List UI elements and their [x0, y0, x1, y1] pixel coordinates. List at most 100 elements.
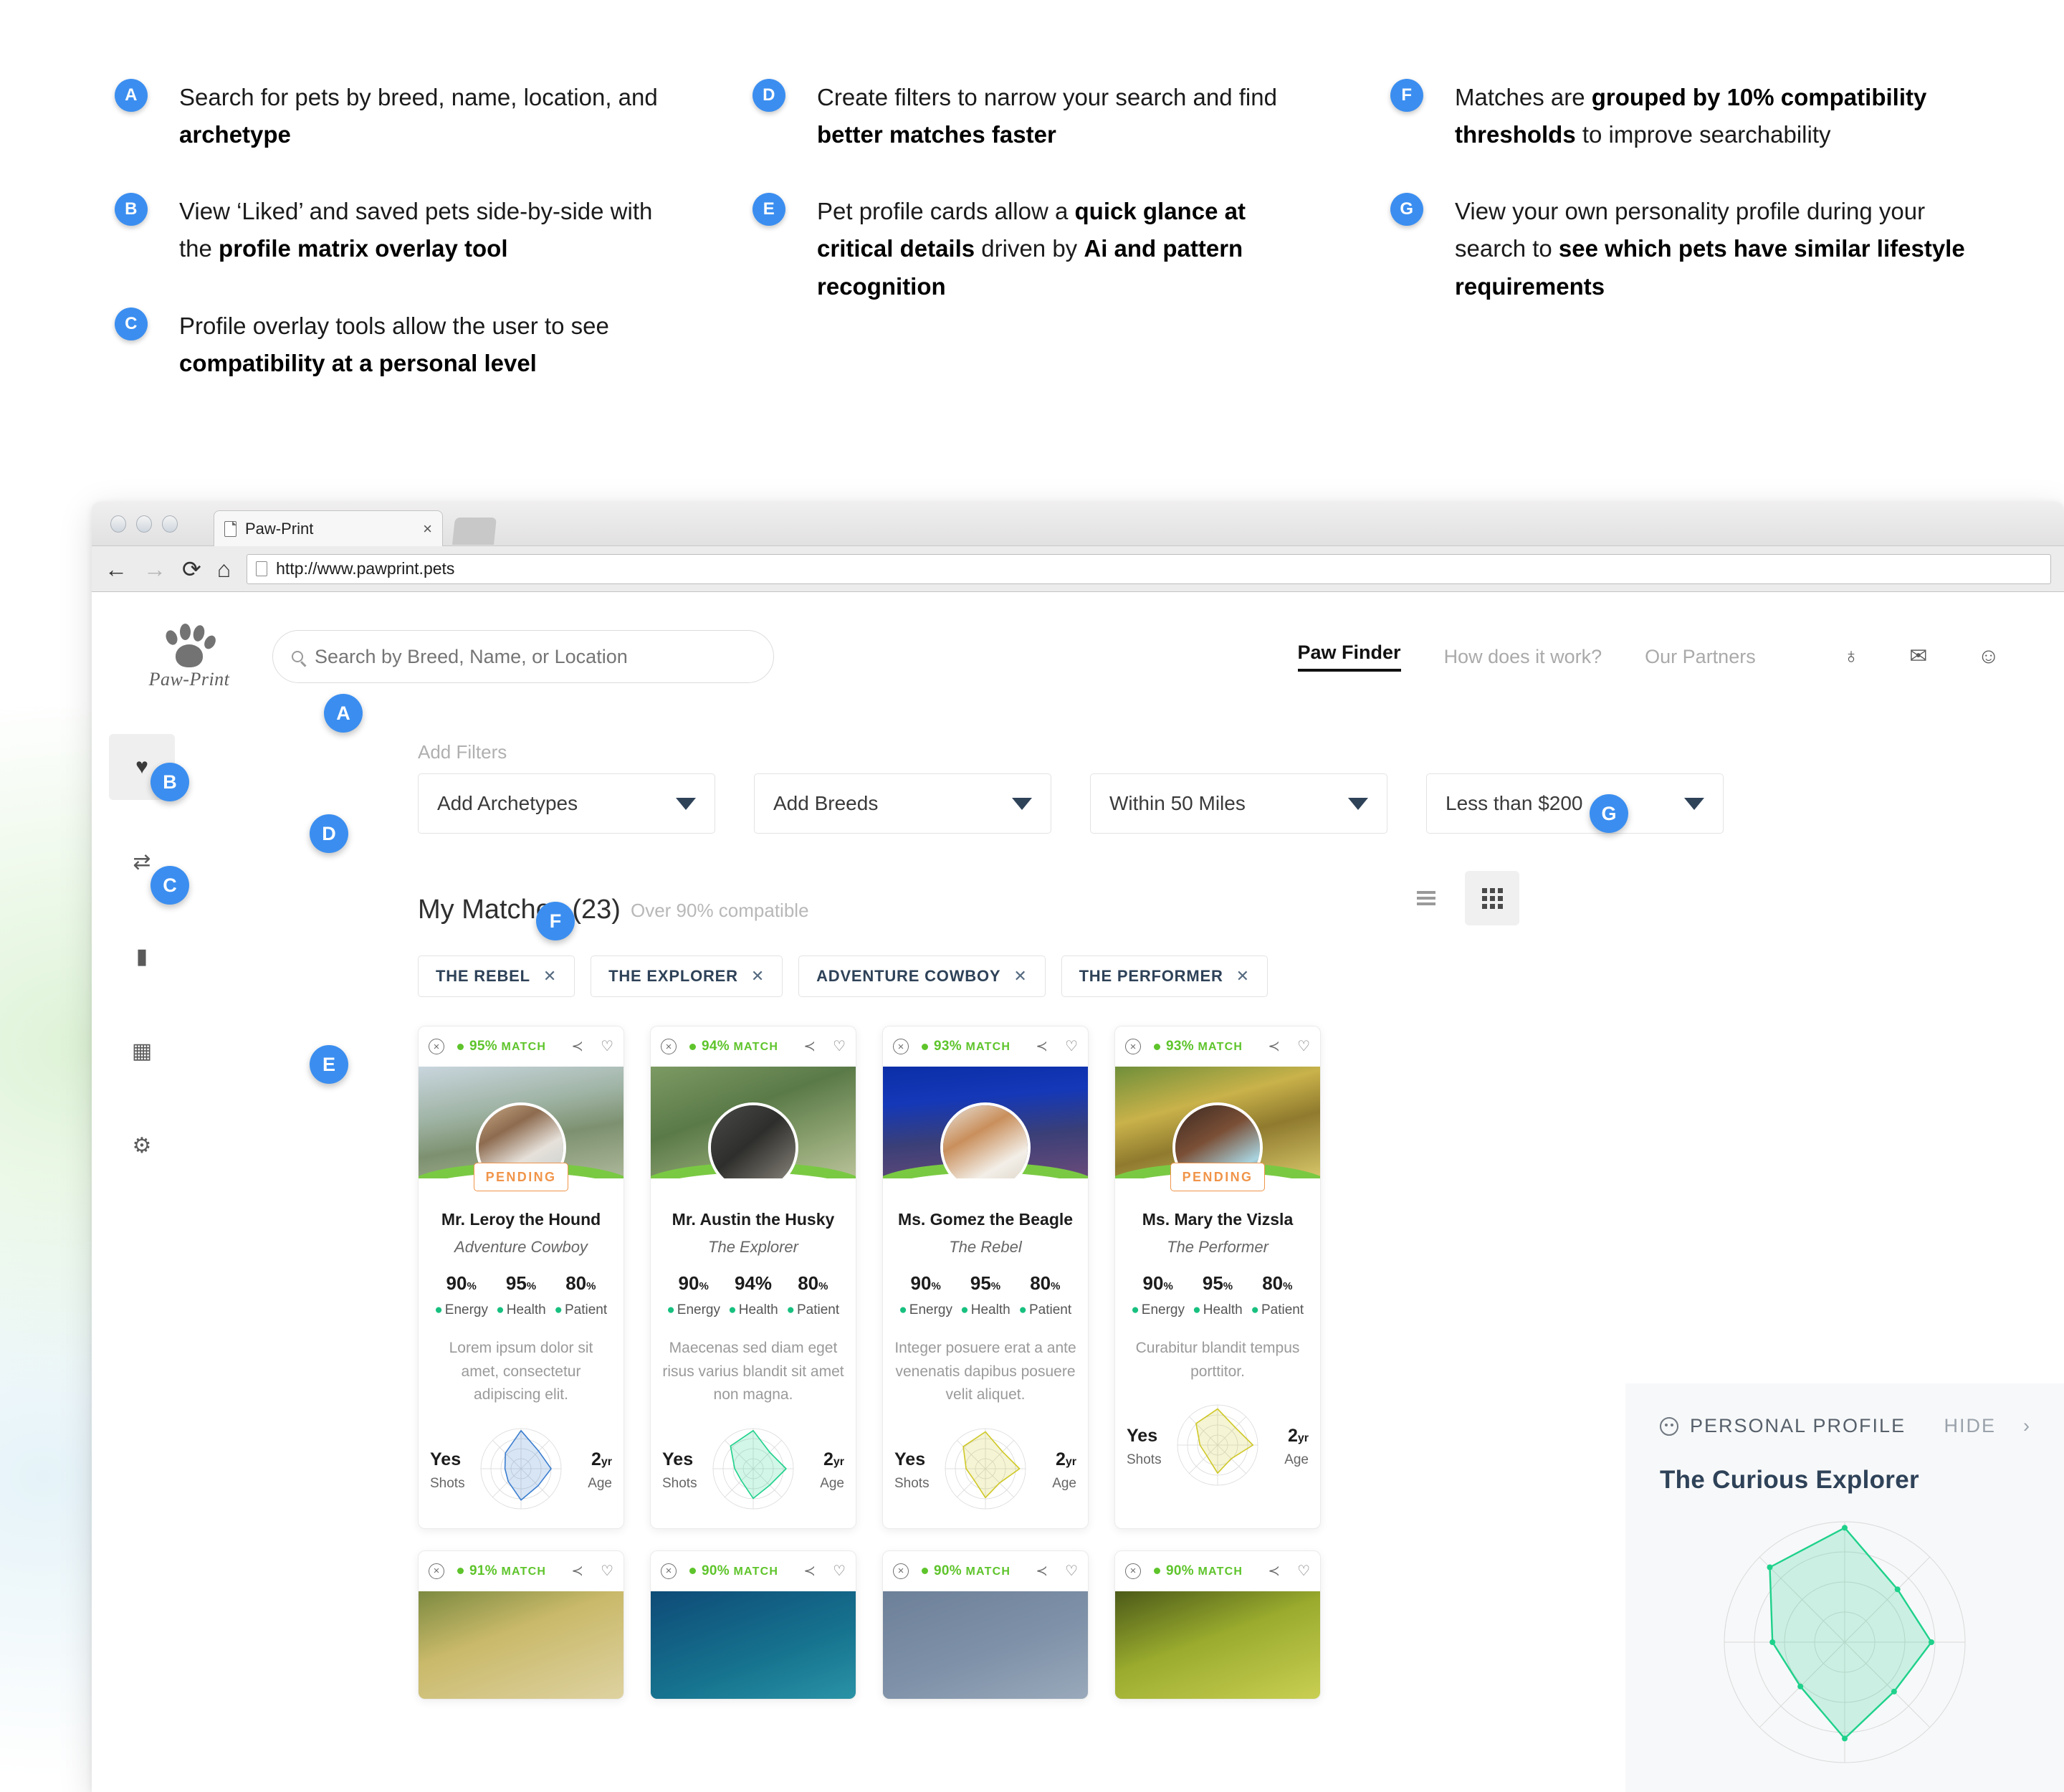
stat-patient: 80% ● Patient: [1016, 1272, 1075, 1318]
pet-card-header: × 93% MATCH ≺ ♡: [1115, 1026, 1320, 1067]
pet-card-header: × 93% MATCH ≺ ♡: [883, 1026, 1088, 1067]
sidebar-item-calendar[interactable]: ▦: [109, 1018, 175, 1084]
share-icon[interactable]: ≺: [571, 1564, 583, 1578]
forward-icon[interactable]: →: [143, 558, 166, 581]
close-window-button[interactable]: [110, 515, 126, 533]
favorite-heart-icon[interactable]: ♡: [1065, 1039, 1078, 1054]
share-icon[interactable]: ≺: [803, 1039, 816, 1054]
window-controls[interactable]: [110, 515, 178, 533]
share-icon[interactable]: ≺: [1268, 1564, 1280, 1578]
match-label: MATCH: [965, 1565, 1011, 1578]
dismiss-card-icon[interactable]: ×: [1125, 1563, 1141, 1579]
favorite-heart-icon[interactable]: ♡: [833, 1564, 846, 1578]
pet-card[interactable]: × 90% MATCH ≺ ♡: [650, 1550, 856, 1700]
share-icon[interactable]: ≺: [1036, 1564, 1048, 1578]
stat-energy-label: ● Energy: [1131, 1302, 1185, 1317]
filter-price[interactable]: Less than $200: [1426, 773, 1724, 834]
dismiss-card-icon[interactable]: ×: [1125, 1039, 1141, 1054]
favorite-heart-icon[interactable]: ♡: [601, 1564, 613, 1578]
legend-badge-c: C: [115, 307, 148, 340]
filter-archetypes[interactable]: Add Archetypes: [418, 773, 715, 834]
filters-label: Add Filters: [418, 741, 507, 763]
close-icon[interactable]: ✕: [751, 967, 765, 986]
search-box[interactable]: [272, 630, 774, 683]
sidebar-item-saved[interactable]: ▮: [109, 923, 175, 989]
close-icon[interactable]: ×: [423, 520, 432, 538]
nav-paw-finder[interactable]: Paw Finder: [1297, 642, 1401, 672]
dismiss-card-icon[interactable]: ×: [661, 1039, 677, 1054]
share-icon[interactable]: ≺: [571, 1039, 583, 1054]
share-icon[interactable]: ≺: [1268, 1039, 1280, 1054]
browser-tabbar: Paw-Print ×: [92, 502, 2064, 546]
share-icon[interactable]: ≺: [1036, 1039, 1048, 1054]
pet-archetype: The Performer: [1167, 1238, 1268, 1256]
stat-energy-value: 90%: [678, 1272, 709, 1294]
home-icon[interactable]: ⌂: [217, 558, 231, 581]
nav-our-partners[interactable]: Our Partners: [1645, 646, 1756, 668]
filter-chip[interactable]: THE EXPLORER ✕: [591, 955, 783, 997]
close-icon[interactable]: ✕: [543, 967, 557, 986]
sidebar-item-settings[interactable]: ⚙: [109, 1112, 175, 1178]
account-icon[interactable]: ☺: [1977, 646, 2000, 667]
stat-health-label: ● Health: [1193, 1302, 1243, 1317]
list-view-button[interactable]: [1399, 871, 1453, 925]
shots-value: Yes: [662, 1449, 694, 1469]
mail-icon[interactable]: ✉: [1909, 646, 1927, 667]
pet-card[interactable]: × 93% MATCH ≺ ♡ PENDING Ms. Mary the Viz…: [1114, 1026, 1321, 1529]
pet-card[interactable]: × 95% MATCH ≺ ♡ PENDING Mr. Leroy the Ho…: [418, 1026, 624, 1529]
dismiss-card-icon[interactable]: ×: [429, 1039, 444, 1054]
chevron-right-icon[interactable]: ›: [2023, 1415, 2030, 1437]
minimize-window-button[interactable]: [136, 515, 152, 533]
close-icon[interactable]: ✕: [1236, 967, 1250, 986]
bell-icon[interactable]: ♁: [1843, 646, 1860, 667]
favorite-heart-icon[interactable]: ♡: [1297, 1039, 1310, 1054]
match-percent: 90% MATCH: [1166, 1563, 1243, 1578]
favorite-heart-icon[interactable]: ♡: [1297, 1564, 1310, 1578]
pet-card[interactable]: × 91% MATCH ≺ ♡: [418, 1550, 624, 1700]
brand-logo[interactable]: Paw-Print: [132, 623, 247, 690]
match-percent: 95% MATCH: [469, 1039, 547, 1054]
favorite-heart-icon[interactable]: ♡: [833, 1039, 846, 1054]
pet-card[interactable]: × 93% MATCH ≺ ♡ Ms. Gomez the Beagle The…: [882, 1026, 1089, 1529]
match-percent: 90% MATCH: [702, 1563, 779, 1578]
share-icon[interactable]: ≺: [803, 1564, 816, 1578]
dismiss-card-icon[interactable]: ×: [429, 1563, 444, 1579]
page-title: My Matches (23): [418, 895, 621, 925]
legend-text: Profile overlay tools allow the user to …: [179, 312, 609, 376]
favorite-heart-icon[interactable]: ♡: [1065, 1564, 1078, 1578]
maximize-window-button[interactable]: [162, 515, 178, 533]
grid-view-button[interactable]: [1465, 871, 1519, 925]
shots-stat: Yes Shots: [430, 1449, 474, 1492]
legend-item-a: A Search for pets by breed, name, locatio…: [115, 79, 688, 153]
pet-hero-image: [883, 1591, 1088, 1699]
nav-how-it-works[interactable]: How does it work?: [1444, 646, 1602, 668]
compare-arrows-icon: ⇄: [133, 849, 151, 874]
filter-chip[interactable]: THE PERFORMER ✕: [1061, 955, 1268, 997]
dismiss-card-icon[interactable]: ×: [893, 1039, 909, 1054]
pet-card[interactable]: × 90% MATCH ≺ ♡: [882, 1550, 1089, 1700]
favorite-heart-icon[interactable]: ♡: [601, 1039, 613, 1054]
annotation-legend: A Search for pets by breed, name, locatio…: [0, 0, 2064, 444]
dismiss-card-icon[interactable]: ×: [893, 1563, 909, 1579]
pet-radar-chart: [712, 1427, 795, 1514]
browser-tab[interactable]: Paw-Print ×: [214, 510, 443, 546]
filters-row: Add Archetypes Add Breeds Within 50 Mile…: [192, 773, 2064, 834]
search-input[interactable]: [315, 645, 755, 668]
pet-card[interactable]: × 94% MATCH ≺ ♡ Mr. Austin the Husky The…: [650, 1026, 856, 1529]
pet-card[interactable]: × 90% MATCH ≺ ♡: [1114, 1550, 1321, 1700]
filter-chip[interactable]: ADVENTURE COWBOY ✕: [798, 955, 1046, 997]
address-bar[interactable]: http://www.pawprint.pets: [247, 553, 2051, 584]
dismiss-card-icon[interactable]: ×: [661, 1563, 677, 1579]
filter-breeds[interactable]: Add Breeds: [754, 773, 1051, 834]
filter-distance[interactable]: Within 50 Miles: [1090, 773, 1387, 834]
filter-chip[interactable]: THE REBEL ✕: [418, 955, 575, 997]
back-icon[interactable]: ←: [105, 558, 128, 581]
reload-icon[interactable]: ⟳: [182, 558, 201, 581]
url-text: http://www.pawprint.pets: [276, 559, 455, 578]
hide-panel-button[interactable]: HIDE: [1944, 1415, 1996, 1437]
pet-hero-image: [883, 1067, 1088, 1178]
panel-archetype: The Curious Explorer: [1660, 1466, 1919, 1494]
new-tab-button[interactable]: [452, 518, 497, 545]
close-icon[interactable]: ✕: [1013, 967, 1027, 986]
filter-chip-label: ADVENTURE COWBOY: [816, 967, 1001, 985]
